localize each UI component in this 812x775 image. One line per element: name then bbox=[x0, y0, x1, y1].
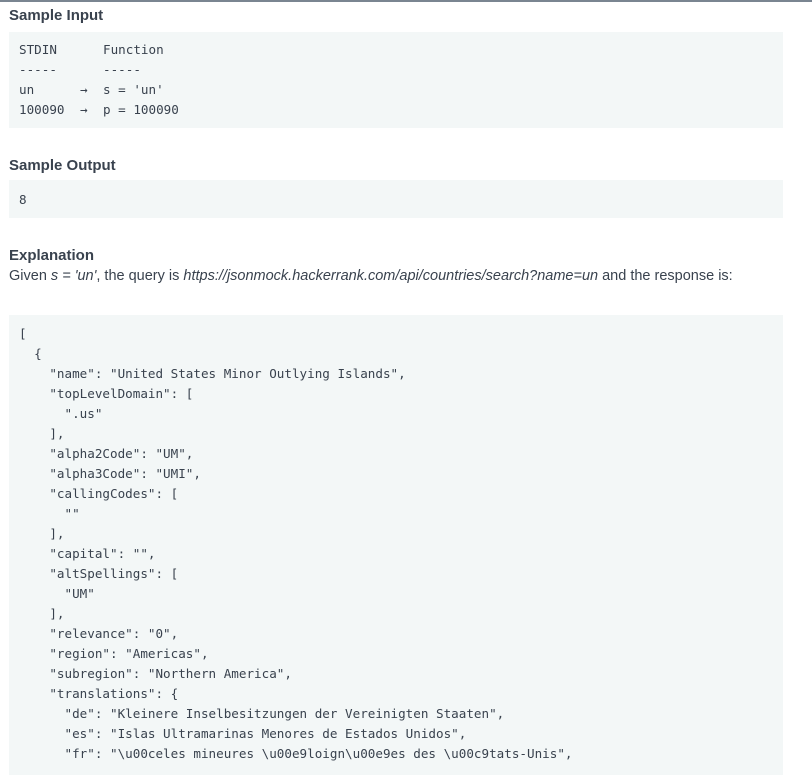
arrow-icon: → bbox=[80, 80, 103, 100]
json-line: ], bbox=[19, 604, 783, 624]
sample-input-block: STDINFunction ---------- un→s = 'un' 100… bbox=[9, 32, 783, 128]
sample-output-heading: Sample Output bbox=[9, 156, 116, 176]
sample-input-row: STDINFunction bbox=[19, 40, 783, 60]
function-cell: s = 'un' bbox=[103, 82, 164, 97]
json-line: "de": "Kleinere Inselbesitzungen der Ver… bbox=[19, 704, 783, 724]
json-line: "alpha3Code": "UMI", bbox=[19, 464, 783, 484]
stdin-cell: un bbox=[19, 80, 80, 100]
json-line: "es": "Islas Ultramarinas Menores de Est… bbox=[19, 724, 783, 744]
stdin-cell: STDIN bbox=[19, 40, 103, 60]
top-divider bbox=[0, 0, 812, 2]
json-line: { bbox=[19, 344, 783, 364]
stdin-cell: 100090 bbox=[19, 100, 80, 120]
explanation-heading: Explanation bbox=[9, 246, 94, 266]
json-line: "name": "United States Minor Outlying Is… bbox=[19, 364, 783, 384]
json-line: ], bbox=[19, 424, 783, 444]
explanation-text: Given s = 'un', the query is https://jso… bbox=[9, 266, 789, 287]
json-line: "topLevelDomain": [ bbox=[19, 384, 783, 404]
explanation-given: Given bbox=[9, 268, 51, 284]
explanation-tail: and the response is: bbox=[598, 268, 733, 284]
json-line: [ bbox=[19, 324, 783, 344]
explanation-query-text: , the query is bbox=[96, 268, 183, 284]
json-line: ], bbox=[19, 524, 783, 544]
sample-input-row: 100090→p = 100090 bbox=[19, 100, 783, 120]
response-json-block: [ { "name": "United States Minor Outlyin… bbox=[9, 315, 783, 775]
json-line: "region": "Americas", bbox=[19, 644, 783, 664]
json-line: "alpha2Code": "UM", bbox=[19, 444, 783, 464]
json-line: "translations": { bbox=[19, 684, 783, 704]
sample-input-row: un→s = 'un' bbox=[19, 80, 783, 100]
json-line: "altSpellings": [ bbox=[19, 564, 783, 584]
function-cell: ----- bbox=[103, 62, 141, 77]
function-cell: Function bbox=[103, 42, 164, 57]
sample-input-heading: Sample Input bbox=[9, 6, 103, 26]
json-line: "UM" bbox=[19, 584, 783, 604]
sample-input-row: ---------- bbox=[19, 60, 783, 80]
stdin-cell: ----- bbox=[19, 60, 103, 80]
json-line: ".us" bbox=[19, 404, 783, 424]
json-line: "relevance": "0", bbox=[19, 624, 783, 644]
sample-output-block: 8 bbox=[9, 180, 783, 218]
json-line: "callingCodes": [ bbox=[19, 484, 783, 504]
explanation-url: https://jsonmock.hackerrank.com/api/coun… bbox=[183, 268, 598, 284]
explanation-s-value: s = 'un' bbox=[51, 268, 96, 284]
json-line: "fr": "\u00celes mineures \u00e9loign\u0… bbox=[19, 744, 783, 764]
sample-output-value: 8 bbox=[19, 190, 783, 210]
function-cell: p = 100090 bbox=[103, 102, 179, 117]
json-line: "" bbox=[19, 504, 783, 524]
json-line: "capital": "", bbox=[19, 544, 783, 564]
arrow-icon: → bbox=[80, 100, 103, 120]
json-line: "subregion": "Northern America", bbox=[19, 664, 783, 684]
